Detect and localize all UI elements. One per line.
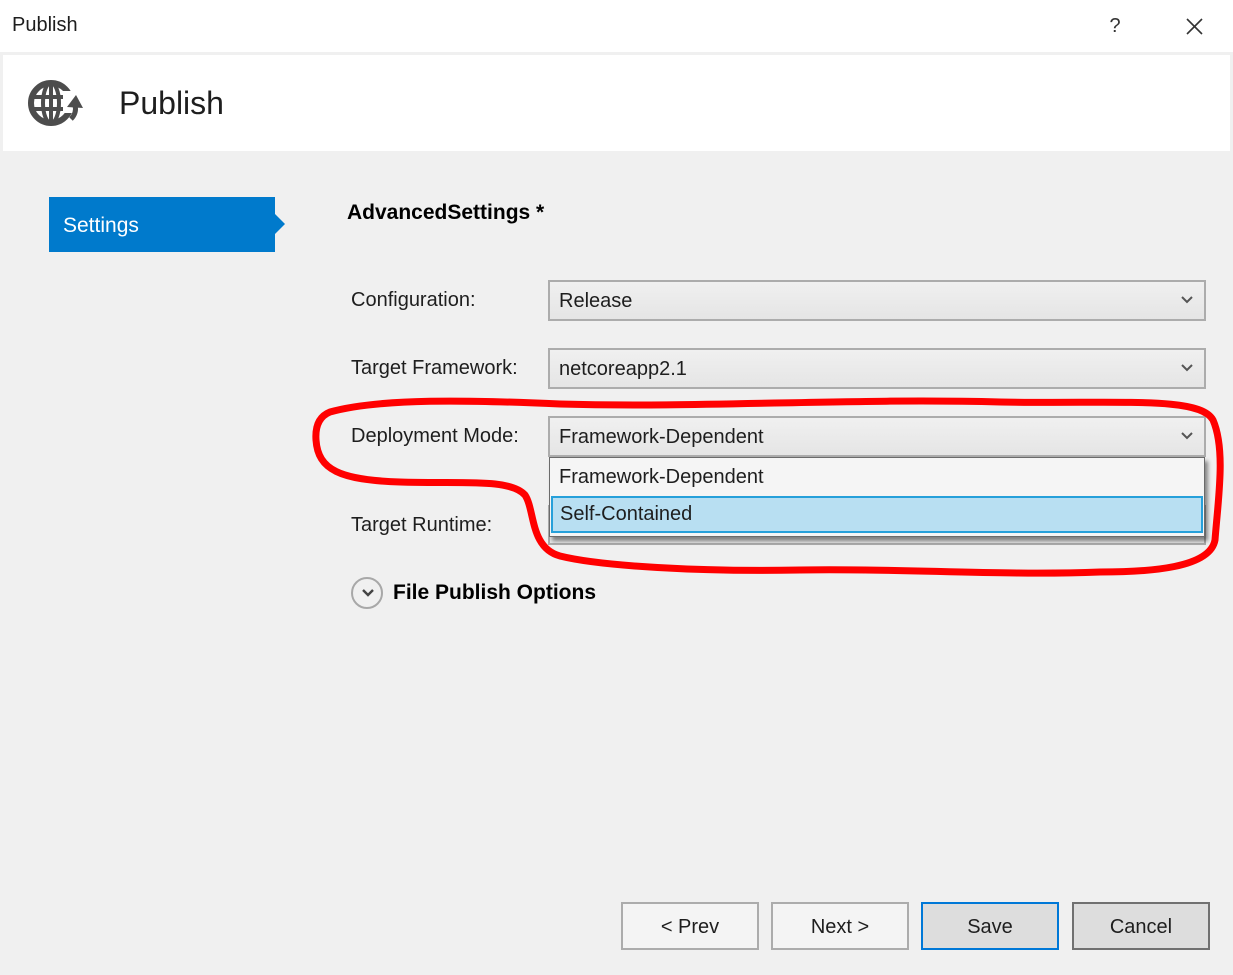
configuration-select[interactable]: Release xyxy=(548,280,1206,321)
close-button[interactable] xyxy=(1176,10,1212,42)
configuration-value: Release xyxy=(559,290,633,312)
dropdown-option-framework-dependent[interactable]: Framework-Dependent xyxy=(551,459,1203,496)
close-icon xyxy=(1186,18,1203,35)
target-framework-value: netcoreapp2.1 xyxy=(559,358,687,380)
help-button[interactable]: ? xyxy=(1100,10,1130,42)
chevron-down-icon xyxy=(362,589,374,597)
sidebar-item-settings[interactable]: Settings xyxy=(49,197,285,252)
section-title: AdvancedSettings * xyxy=(347,201,545,224)
chevron-down-icon xyxy=(1181,364,1193,372)
expand-circle-icon xyxy=(351,577,383,609)
chevron-down-icon xyxy=(1181,296,1193,304)
deployment-mode-value: Framework-Dependent xyxy=(559,426,764,448)
prev-button[interactable]: < Prev xyxy=(621,902,759,950)
file-publish-options-expander[interactable]: File Publish Options xyxy=(351,577,596,609)
save-button[interactable]: Save xyxy=(921,902,1059,950)
target-framework-label: Target Framework: xyxy=(351,357,518,379)
page-title: Publish xyxy=(119,85,224,121)
target-framework-select[interactable]: netcoreapp2.1 xyxy=(548,348,1206,389)
deployment-mode-label: Deployment Mode: xyxy=(351,425,519,447)
dialog-header: Publish xyxy=(3,55,1230,151)
configuration-label: Configuration: xyxy=(351,289,476,311)
target-runtime-label: Target Runtime: xyxy=(351,514,493,536)
deployment-mode-select[interactable]: Framework-Dependent xyxy=(548,416,1206,457)
dropdown-option-self-contained[interactable]: Self-Contained xyxy=(551,496,1203,533)
globe-publish-icon xyxy=(25,77,85,129)
title-bar: Publish ? xyxy=(0,0,1233,52)
next-button[interactable]: Next > xyxy=(771,902,909,950)
sidebar-item-label: Settings xyxy=(63,214,139,237)
chevron-down-icon xyxy=(1181,432,1193,440)
deployment-mode-dropdown-list: Framework-Dependent Self-Contained xyxy=(549,457,1205,537)
file-publish-options-label: File Publish Options xyxy=(393,581,597,604)
window-title: Publish xyxy=(12,14,78,36)
cancel-button[interactable]: Cancel xyxy=(1072,902,1210,950)
